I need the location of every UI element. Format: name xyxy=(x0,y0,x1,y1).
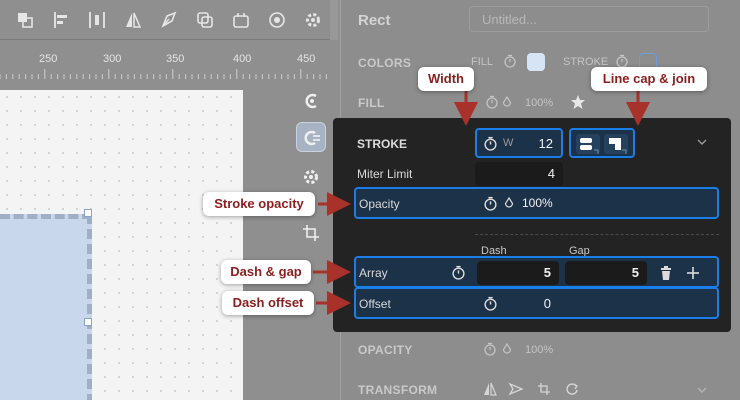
callout-stroke-opacity: Stroke opacity xyxy=(203,192,315,216)
callout-dash-offset: Dash offset xyxy=(222,291,314,315)
callout-line-cap-join: Line cap & join xyxy=(591,67,707,91)
callout-dash-gap: Dash & gap xyxy=(221,260,311,284)
callout-arrows xyxy=(313,91,650,315)
callout-width: Width xyxy=(418,67,474,91)
